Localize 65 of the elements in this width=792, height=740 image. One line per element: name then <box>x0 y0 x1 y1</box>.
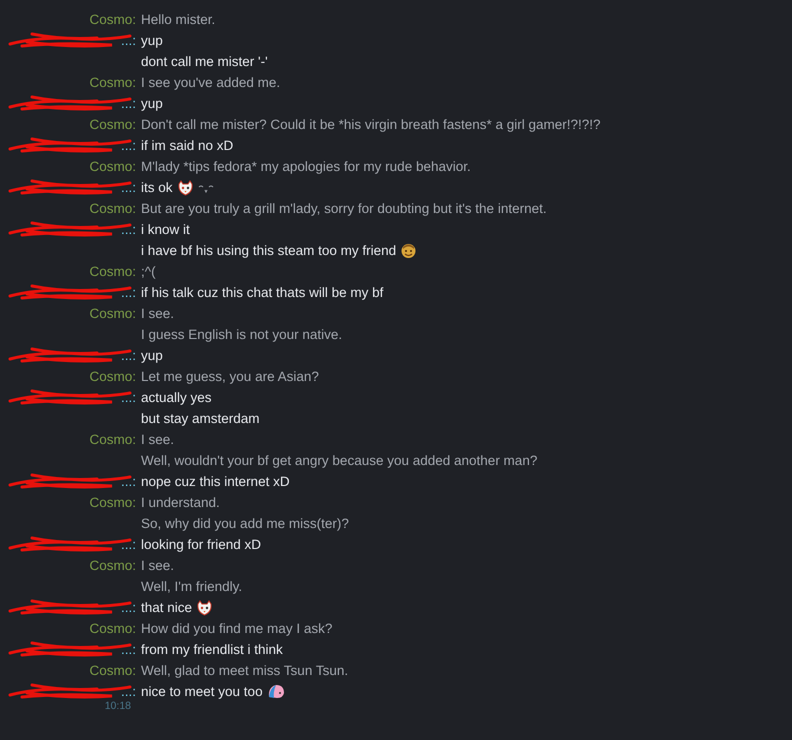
message-text: its ok <box>141 180 173 195</box>
sender-name: Cosmo: <box>89 369 136 384</box>
message-text: ;^( <box>141 264 156 279</box>
sender-name: ...: <box>120 537 136 552</box>
sender-name: Cosmo: <box>89 306 136 321</box>
sender-name: ...: <box>120 96 136 111</box>
message-text: Well, wouldn't your bf get angry because you added another man? <box>141 453 538 468</box>
sender-name: Cosmo: <box>89 264 136 279</box>
message-text: Hello mister. <box>141 12 216 27</box>
message-text: i have bf his using this steam too my friend <box>141 243 396 258</box>
message-text: i know it <box>141 222 190 237</box>
message-text: that nice <box>141 600 192 615</box>
sender-name: ...: <box>120 684 136 699</box>
sender-name: Cosmo: <box>89 495 136 510</box>
message-text: yup <box>141 348 163 363</box>
message-text: So, why did you add me miss(ter)? <box>141 516 349 531</box>
message-text: But are you truly a grill m'lady, sorry for doubting but it's the internet. <box>141 201 547 216</box>
message-text: Well, glad to meet miss Tsun Tsun. <box>141 663 348 678</box>
message-text: yup <box>141 96 163 111</box>
message-text: but stay amsterdam <box>141 411 260 426</box>
message-text: actually yes <box>141 390 212 405</box>
sender-name: Cosmo: <box>89 621 136 636</box>
message-text: I guess English is not your native. <box>141 327 342 342</box>
sender-name: ...: <box>120 222 136 237</box>
sender-name: ...: <box>120 138 136 153</box>
message-text: I understand. <box>141 495 220 510</box>
message-text: if his talk cuz this chat thats will be my bf <box>141 285 384 300</box>
message-text: if im said no xD <box>141 138 234 153</box>
sender-name: Cosmo: <box>89 75 136 90</box>
message-text: yup <box>141 33 163 48</box>
sender-name: ...: <box>120 474 136 489</box>
sender-name: ...: <box>120 348 136 363</box>
sender-name: ...: <box>120 390 136 405</box>
squiggle-icon <box>198 182 214 192</box>
character-icon <box>266 683 286 700</box>
message-text: nope cuz this internet xD <box>141 474 290 489</box>
sender-name: ...: <box>120 180 136 195</box>
sender-name: Cosmo: <box>89 159 136 174</box>
sender-name: Cosmo: <box>89 663 136 678</box>
message-text: looking for friend xD <box>141 537 262 552</box>
message-text: nice to meet you too <box>141 684 263 699</box>
cat-face-icon <box>176 180 194 196</box>
sender-name: Cosmo: <box>89 117 136 132</box>
message-text: Don't call me mister? Could it be *his virgin breath fastens* a girl gamer!?!?!? <box>141 117 601 132</box>
sender-name: Cosmo: <box>89 201 136 216</box>
message-text: How did you find me may I ask? <box>141 621 332 636</box>
message-text: Let me guess, you are Asian? <box>141 369 319 384</box>
sender-name: ...: <box>120 642 136 657</box>
message-text: I see you've added me. <box>141 75 280 90</box>
cat-face-icon <box>196 600 214 616</box>
message-text: I see. <box>141 558 174 573</box>
sender-name: Cosmo: <box>89 558 136 573</box>
sender-name: ...: <box>120 33 136 48</box>
sender-name: ...: <box>120 285 136 300</box>
message-text: from my friendlist i think <box>141 642 283 657</box>
message-text: I see. <box>141 306 174 321</box>
sender-name: ...: <box>120 600 136 615</box>
message-text: I see. <box>141 432 174 447</box>
smiley-icon <box>400 242 418 258</box>
timestamp: 10:18 <box>104 700 131 712</box>
sender-name: Cosmo: <box>89 12 136 27</box>
message-text: Well, I'm friendly. <box>141 579 242 594</box>
message-text: M'lady *tips fedora* my apologies for my rude behavior. <box>141 159 471 174</box>
sender-name: Cosmo: <box>89 432 136 447</box>
message-text: dont call me mister '-' <box>141 54 268 69</box>
